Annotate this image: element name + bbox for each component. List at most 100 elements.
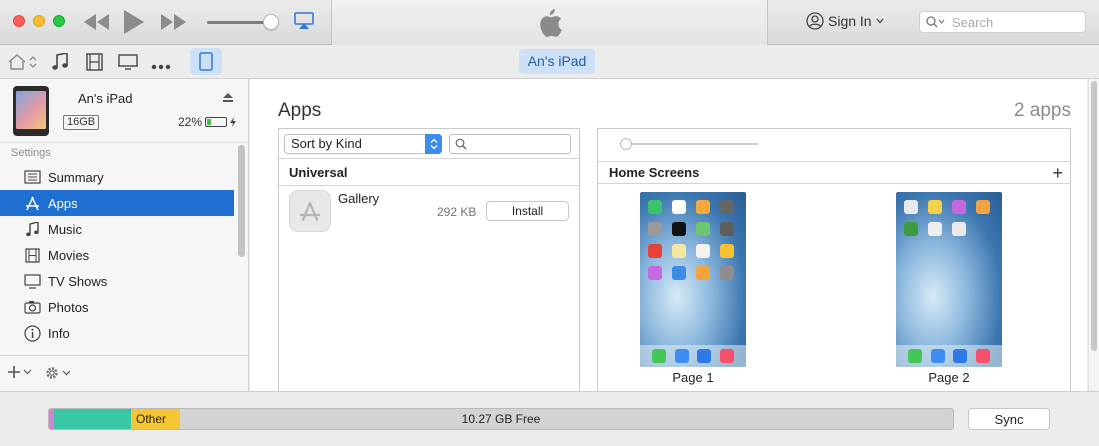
tv-library-button[interactable] <box>118 53 138 74</box>
title-bar: Sign In <box>0 0 1099 45</box>
app-name: Gallery <box>338 191 380 206</box>
search-box[interactable] <box>919 11 1086 33</box>
sidebar-item-apps[interactable]: Apps <box>0 190 234 216</box>
sort-select-value: Sort by Kind <box>291 136 362 151</box>
device-name-pill[interactable]: An's iPad <box>519 49 595 74</box>
more-button[interactable] <box>151 58 171 73</box>
eject-button[interactable] <box>222 91 234 106</box>
sort-select[interactable]: Sort by Kind <box>284 134 442 154</box>
film-icon <box>24 247 41 264</box>
sidebar-item-movies[interactable]: Movies <box>0 242 234 268</box>
sidebar-item-label: TV Shows <box>48 273 108 289</box>
film-icon <box>86 53 103 71</box>
storage-status-bar: Other 10.27 GB Free Sync <box>0 391 1099 446</box>
battery-icon <box>205 117 228 127</box>
fast-forward-button[interactable] <box>160 14 186 30</box>
chevron-down-icon <box>23 369 32 375</box>
sidebar-divider <box>0 142 248 143</box>
home-screen-page-2[interactable] <box>896 192 1002 367</box>
apps-count: 2 apps <box>1013 100 1071 121</box>
eject-icon <box>223 93 233 102</box>
home-screens-panel: Home Screens + Page 1 Page 2 <box>597 128 1071 391</box>
home-screens-heading: Home Screens <box>609 165 700 180</box>
status-display <box>331 0 768 45</box>
airplay-button[interactable] <box>294 12 314 33</box>
sync-button[interactable]: Sync <box>968 408 1050 430</box>
sidebar-item-summary[interactable]: Summary <box>0 164 234 190</box>
sidebar-item-photos[interactable]: Photos <box>0 294 234 320</box>
music-note-icon <box>24 221 41 238</box>
summary-icon <box>24 169 41 186</box>
zoom-window-button[interactable] <box>53 15 65 27</box>
search-input[interactable] <box>950 13 1070 31</box>
app-filter-input[interactable] <box>449 134 571 154</box>
zoom-slider-knob[interactable] <box>620 138 632 150</box>
tv-icon <box>24 273 41 290</box>
minimize-window-button[interactable] <box>33 15 45 27</box>
chevron-down-icon <box>876 18 884 24</box>
home-screens-header: Home Screens + <box>598 161 1070 184</box>
page-title: Apps <box>278 100 322 121</box>
sidebar-scrollbar[interactable] <box>238 145 245 257</box>
sidebar-item-label: Summary <box>48 169 104 185</box>
apps-list-panel: Sort by Kind Universal Gallery 292 KB In… <box>278 128 580 391</box>
movies-library-button[interactable] <box>86 53 103 74</box>
sidebar-item-info[interactable]: Info <box>0 320 234 346</box>
play-icon <box>124 10 144 34</box>
library-home-button[interactable] <box>8 53 38 74</box>
tv-icon <box>118 54 138 70</box>
plus-icon <box>8 366 20 378</box>
more-dots-icon <box>151 64 171 70</box>
app-row: Gallery 292 KB Install <box>279 187 579 235</box>
device-button[interactable] <box>190 48 222 75</box>
charging-bolt-icon <box>230 117 237 127</box>
device-thumbnail <box>13 86 49 136</box>
sidebar-item-tv-shows[interactable]: TV Shows <box>0 268 234 294</box>
divider <box>279 158 579 159</box>
zoom-slider[interactable] <box>621 143 758 145</box>
music-library-button[interactable] <box>52 52 68 74</box>
info-icon <box>24 324 41 342</box>
rewind-button[interactable] <box>84 14 110 30</box>
main-content: Apps 2 apps Sort by Kind Universal Galle… <box>250 79 1087 391</box>
divider <box>279 185 579 186</box>
fast-forward-icon <box>161 14 186 30</box>
add-page-button[interactable]: + <box>1052 163 1063 183</box>
gear-icon <box>46 367 58 379</box>
music-note-icon <box>52 52 68 70</box>
page-label: Page 1 <box>672 370 714 385</box>
app-icon-grid <box>648 200 740 280</box>
device-name: An's iPad <box>78 91 133 106</box>
page-label: Page 2 <box>928 370 970 385</box>
sidebar-item-label: Photos <box>48 299 89 315</box>
sidebar-footer <box>0 355 248 391</box>
home-screen-page-1[interactable] <box>640 192 746 367</box>
dock <box>896 345 1002 367</box>
volume-knob[interactable] <box>263 14 279 30</box>
capacity-badge: 16GB <box>63 115 100 130</box>
add-button[interactable] <box>7 365 32 379</box>
sidebar-item-label: Music <box>48 221 82 237</box>
sign-in-button[interactable]: Sign In <box>806 12 884 30</box>
home-icon <box>8 54 37 70</box>
install-button[interactable]: Install <box>486 201 569 221</box>
battery-status: 22% <box>178 115 237 129</box>
close-window-button[interactable] <box>13 15 25 27</box>
ipad-icon <box>199 52 213 71</box>
main-scrollbar[interactable] <box>1088 79 1099 391</box>
play-button[interactable] <box>123 10 145 34</box>
app-group-heading: Universal <box>289 165 348 180</box>
battery-percent: 22% <box>178 115 203 129</box>
search-icon <box>926 16 945 28</box>
sidebar-item-label: Movies <box>48 247 90 263</box>
chevron-down-icon <box>62 370 71 376</box>
sidebar-item-music[interactable]: Music <box>0 216 234 242</box>
dock <box>640 345 746 367</box>
storage-free-label: 10.27 GB Free <box>461 412 541 426</box>
select-arrows-icon <box>425 134 442 154</box>
rewind-icon <box>84 14 109 30</box>
user-icon <box>806 12 824 30</box>
sidebar-section-heading: Settings <box>11 147 51 159</box>
app-icon-grid <box>904 200 996 236</box>
settings-button[interactable] <box>44 365 71 381</box>
